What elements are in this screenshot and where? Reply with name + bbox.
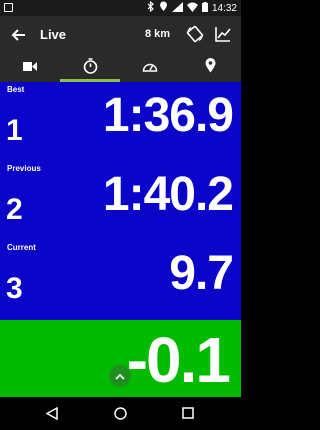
speedometer-icon [142,59,158,77]
status-icons: 14:32 [147,0,237,15]
lap-label: Current [7,243,36,252]
lap-label: Previous [7,164,41,173]
page-title: Live [40,27,67,42]
status-bar: 14:32 [0,0,241,16]
tab-location[interactable] [180,54,240,82]
bluetooth-icon [147,0,155,15]
app-toolbar: Live 8 km [0,16,241,54]
lap-row-current: Current 3 9.7 [0,240,241,319]
wifi-icon [186,2,198,15]
nav-recents-icon[interactable] [180,405,196,421]
tab-bar [0,54,241,82]
lap-time: 1:40.2 [102,168,234,221]
map-pin-icon [205,58,216,78]
video-camera-icon [23,59,37,77]
lap-times-panel: Best 1 1:36.9 Previous 2 1:40.2 Current … [0,82,241,320]
delta-value: -0.1 [126,324,231,396]
signal-icon [171,1,183,15]
battery-icon [201,1,208,15]
lap-index: 3 [6,272,23,305]
lap-index: 1 [6,114,23,147]
nav-home-icon[interactable] [112,405,128,421]
lap-time: 9.7 [169,247,234,300]
delta-panel: -0.1 [0,320,241,397]
stopwatch-icon [83,57,98,79]
lap-row-best: Best 1 1:36.9 [0,82,241,161]
nav-back-icon[interactable] [44,405,60,421]
lap-time: 1:36.9 [102,89,234,142]
back-arrow-icon[interactable] [10,26,28,44]
chevron-up-icon [115,367,125,385]
lap-label: Best [7,85,25,94]
tab-video[interactable] [0,54,60,82]
chart-icon[interactable] [215,26,231,42]
rotate-screen-icon[interactable] [186,25,204,43]
expand-up-button[interactable] [109,365,131,387]
notification-icon [4,3,13,12]
tab-stopwatch[interactable] [60,54,120,82]
lap-index: 2 [6,193,23,226]
status-time: 14:32 [211,2,237,14]
distance-label: 8 km [145,28,171,40]
tab-speedometer[interactable] [120,54,180,82]
lap-row-previous: Previous 2 1:40.2 [0,161,241,240]
location-icon [159,1,168,15]
system-nav-bar [0,397,241,430]
